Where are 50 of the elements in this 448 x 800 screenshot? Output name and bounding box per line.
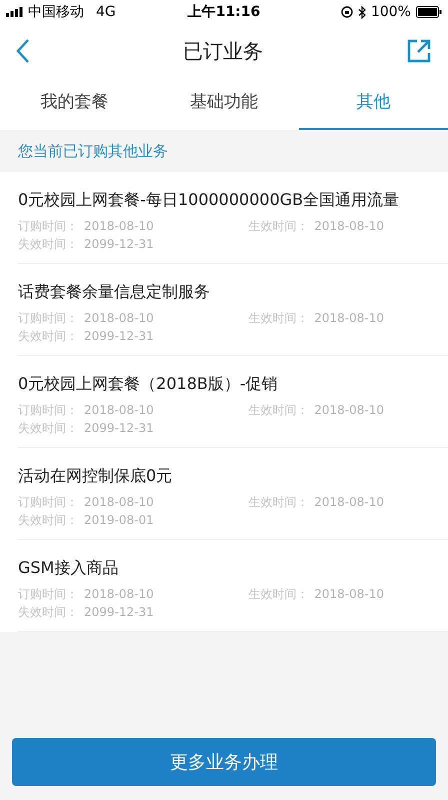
date-label: 订购时间：	[18, 586, 78, 603]
date-value: 2018-08-10	[84, 310, 154, 327]
date-label: 生效时间：	[248, 310, 308, 327]
service-name: 0元校园上网套餐-每日1000000000GB全国通用流量	[18, 189, 400, 211]
date-label: 订购时间：	[18, 218, 78, 235]
date-value: 2099-12-31	[84, 328, 154, 345]
date-label: 失效时间：	[18, 604, 78, 621]
service-name: 话费套餐余量信息定制服务	[18, 281, 211, 303]
date-value: 2018-08-10	[314, 402, 384, 419]
date-label: 订购时间：	[18, 310, 78, 327]
date-label: 订购时间：	[18, 494, 78, 511]
date-value: 2018-08-10	[314, 218, 384, 235]
tab[interactable]: 其他	[298, 78, 448, 130]
date-label: 生效时间：	[248, 494, 308, 511]
date-label: 生效时间：	[248, 402, 308, 419]
date-label: 失效时间：	[18, 420, 78, 437]
network-type: 4G	[96, 2, 116, 22]
date-value: 2018-08-10	[84, 402, 154, 419]
carrier-name: 中国移动	[28, 2, 84, 22]
page-title: 已订业务	[183, 38, 263, 65]
date-value: 2099-12-31	[84, 420, 154, 437]
clock-time: 上午11:16	[188, 2, 260, 22]
service-name: 0元校园上网套餐（2018B版）-促销	[18, 373, 279, 395]
rotation-lock-icon	[340, 6, 353, 18]
battery-icon	[416, 6, 442, 18]
date-value: 2018-08-10	[84, 494, 154, 511]
date-value: 2018-08-10	[84, 586, 154, 603]
share-button[interactable]	[406, 38, 432, 64]
date-label: 失效时间：	[18, 328, 78, 345]
date-value: 2018-08-10	[314, 494, 384, 511]
tab[interactable]: 我的套餐	[0, 78, 150, 130]
date-label: 订购时间：	[18, 402, 78, 419]
battery-percent: 100%	[370, 2, 411, 22]
date-value: 2019-08-01	[84, 512, 154, 529]
signal-icon	[6, 7, 24, 17]
tab[interactable]: 基础功能	[149, 78, 299, 130]
date-value: 2018-08-10	[314, 310, 384, 327]
date-label: 失效时间：	[18, 236, 78, 253]
date-value: 2099-12-31	[84, 236, 154, 253]
service-name: GSM接入商品	[18, 557, 120, 579]
date-value: 2018-08-10	[314, 586, 384, 603]
section-header: 您当前已订购其他业务	[18, 140, 168, 162]
date-value: 2018-08-10	[84, 218, 154, 235]
date-label: 生效时间：	[248, 586, 308, 603]
date-label: 失效时间：	[18, 512, 78, 529]
date-label: 生效时间：	[248, 218, 308, 235]
more-services-button[interactable]: 更多业务办理	[12, 738, 436, 786]
date-value: 2099-12-31	[84, 604, 154, 621]
service-name: 活动在网控制保底0元	[18, 465, 174, 487]
bluetooth-icon	[358, 6, 366, 18]
